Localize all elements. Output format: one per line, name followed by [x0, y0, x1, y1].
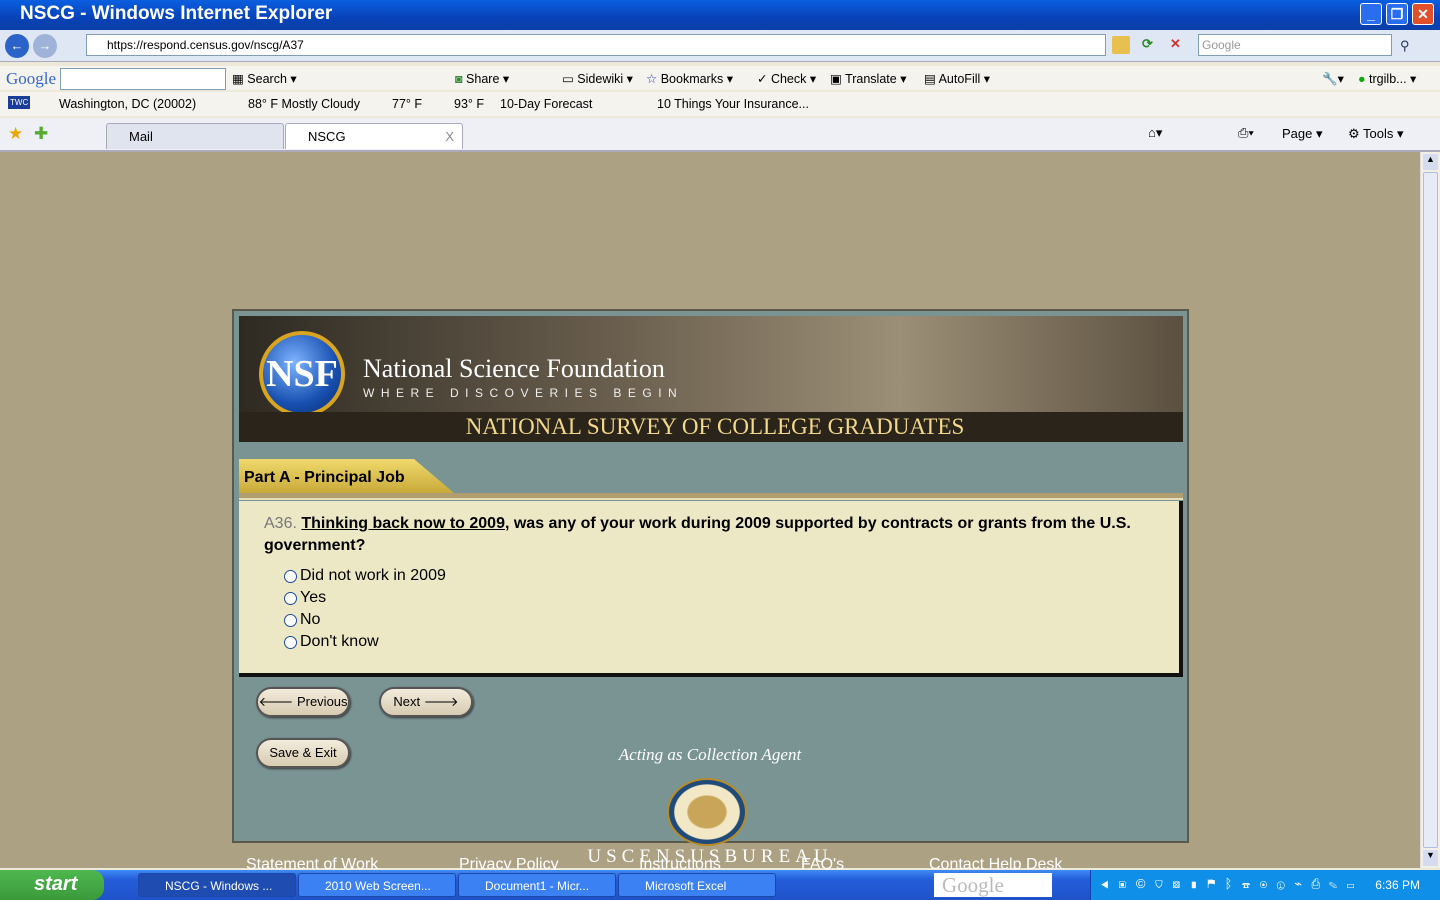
check-button[interactable]: ✓ Check ▾ [757, 71, 816, 86]
tray-icons[interactable]: ◀ ▣ © ⛉ ▩ ▮ ⚑ ᛒ ☎ ◉ ⓘ ⌁ ⎙ ✎ ▭ [1101, 876, 1357, 892]
next-button[interactable]: Next 🡒 [379, 687, 473, 717]
bookmarks-button[interactable]: ☆ Bookmarks ▾ [646, 71, 733, 86]
search-icon[interactable]: ⚲ [1400, 38, 1410, 54]
window-title-bar: NSCG - Windows Internet Explorer _ ❐ ✕ [0, 0, 1440, 30]
question-box: A36. Thinking back now to 2009, was any … [239, 501, 1183, 677]
wrench-icon[interactable]: 🔧▾ [1322, 71, 1344, 87]
location-select[interactable]: Washington, DC (20002) [59, 97, 196, 111]
section-tab: Part A - Principal Job [239, 459, 454, 493]
share-button[interactable]: ◙ Share ▾ [455, 71, 509, 86]
tab-mail[interactable]: Mail [106, 123, 284, 149]
arrow-left-icon: 🡐 [258, 694, 294, 709]
tab-nscg[interactable]: NSCG X [285, 123, 463, 149]
translate-button[interactable]: ▣ Translate ▾ [830, 71, 906, 86]
google-logo: Google [6, 69, 57, 88]
window-title: NSCG - Windows Internet Explorer [20, 3, 333, 24]
refresh-icon[interactable]: ⟳ [1142, 36, 1153, 52]
arrow-right-icon: 🡒 [423, 694, 459, 709]
weather-toolbar: TWC Washington, DC (20002) 88° F Mostly … [0, 92, 1440, 116]
tools-menu[interactable]: ⚙ Tools ▾ [1348, 126, 1404, 142]
back-button[interactable]: ← [5, 34, 29, 58]
system-tray: ◀ ▣ © ⛉ ▩ ▮ ⚑ ᛒ ☎ ◉ ⓘ ⌁ ⎙ ✎ ▭ 6:36 PM [1090, 870, 1440, 900]
autofill-button[interactable]: ▤ AutoFill ▾ [924, 71, 990, 86]
nsf-logo: NSF [259, 331, 345, 417]
forecast-link[interactable]: 10-Day Forecast [500, 97, 592, 111]
current-weather[interactable]: 88° F Mostly Cloudy [248, 97, 360, 111]
taskbar: start NSCG - Windows ... 2010 Web Screen… [0, 870, 1440, 900]
scroll-down-icon[interactable]: ▼ [1423, 850, 1438, 866]
forward-button[interactable]: → [33, 34, 57, 58]
google-toolbar: Google ▦ Search ▾ ◙ Share ▾ ▭ Sidewiki ▾… [0, 66, 1440, 90]
address-bar: ← → https://respond.census.gov/nscg/A37 … [0, 30, 1440, 62]
question-text: A36. Thinking back now to 2009, was any … [264, 515, 1131, 554]
radio-button[interactable] [284, 591, 297, 605]
google-search-input[interactable] [60, 68, 226, 90]
task-document1[interactable]: Document1 - Micr... [458, 873, 616, 897]
radio-button[interactable] [284, 635, 297, 649]
org-tagline: WHERE DISCOVERIES BEGIN [363, 386, 684, 400]
tab-label: NSCG [308, 129, 346, 144]
collection-agent-text: Acting as Collection Agent [618, 745, 802, 764]
radio-button[interactable] [284, 569, 297, 583]
news-link[interactable]: 10 Things Your Insurance... [657, 97, 809, 111]
radio-button[interactable] [284, 613, 297, 627]
option-did-not-work[interactable]: Did not work in 2009 [284, 565, 1154, 587]
scrollbar-thumb[interactable] [1423, 172, 1438, 848]
minimize-button[interactable]: _ [1360, 3, 1382, 25]
lock-icon[interactable] [1112, 36, 1130, 54]
google-desktop-search[interactable]: Google [934, 873, 1052, 897]
google-search-button[interactable]: ▦ Search ▾ [232, 71, 297, 86]
high-temp[interactable]: 93° F [454, 97, 484, 111]
question-help-link[interactable]: Thinking back now to 2009 [301, 515, 505, 532]
option-yes[interactable]: Yes [284, 587, 1154, 609]
vertical-scrollbar[interactable]: ▲ ▼ [1420, 152, 1440, 868]
tab-close-icon[interactable]: X [445, 129, 454, 144]
twc-logo: TWC [8, 96, 31, 109]
scroll-up-icon[interactable]: ▲ [1423, 154, 1438, 170]
stop-icon[interactable]: ✕ [1170, 36, 1181, 52]
survey-title: NATIONAL SURVEY OF COLLEGE GRADUATES [239, 412, 1183, 442]
print-icon[interactable]: ⎙▾ [1238, 125, 1254, 141]
clock: 6:36 PM [1375, 878, 1420, 892]
low-temp[interactable]: 77° F [392, 97, 422, 111]
task-excel[interactable]: Microsoft Excel [618, 873, 776, 897]
restore-button[interactable]: ❐ [1386, 3, 1408, 25]
search-input[interactable]: Google [1198, 34, 1392, 56]
previous-button[interactable]: 🡐 Previous [256, 687, 350, 717]
close-button[interactable]: ✕ [1412, 3, 1434, 25]
user-menu[interactable]: ● trgilb... ▾ [1358, 71, 1416, 86]
section-divider [239, 493, 1183, 500]
tab-bar: ★ ✚ Mail NSCG X ⌂▾ ⎙▾ Page ▾ ⚙ Tools ▾ [0, 118, 1440, 152]
option-no[interactable]: No [284, 609, 1154, 631]
favorites-star-icon[interactable]: ★ [8, 124, 23, 144]
page-menu[interactable]: Page ▾ [1282, 126, 1323, 142]
census-seal [667, 778, 747, 846]
task-nscg[interactable]: NSCG - Windows ... [138, 873, 296, 897]
page-content: NSF National Science Foundation WHERE DI… [0, 152, 1420, 873]
sidewiki-button[interactable]: ▭ Sidewiki ▾ [562, 71, 633, 86]
census-bureau-text: USCENSUSBUREAU [587, 846, 833, 867]
add-favorites-icon[interactable]: ✚ [34, 124, 48, 144]
question-number: A36. [264, 515, 297, 532]
option-dont-know[interactable]: Don't know [284, 631, 1154, 653]
org-name: National Science Foundation [363, 354, 665, 383]
home-icon[interactable]: ⌂▾ [1148, 125, 1162, 141]
survey-header: NSF National Science Foundation WHERE DI… [239, 316, 1183, 442]
url-input[interactable]: https://respond.census.gov/nscg/A37 [86, 34, 1106, 56]
start-button[interactable]: start [0, 870, 104, 900]
task-web-screen[interactable]: 2010 Web Screen... [298, 873, 456, 897]
